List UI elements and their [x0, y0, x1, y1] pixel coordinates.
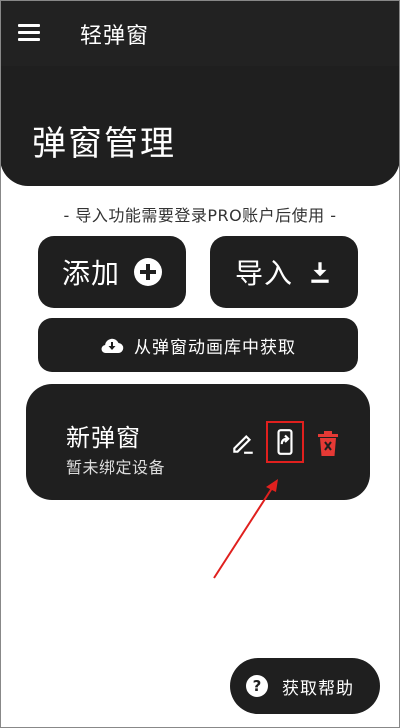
help-label: 获取帮助	[282, 678, 354, 699]
annotation-arrow	[213, 479, 278, 579]
help-icon: ?	[246, 675, 268, 697]
help-button[interactable]: ? 获取帮助	[230, 658, 380, 714]
